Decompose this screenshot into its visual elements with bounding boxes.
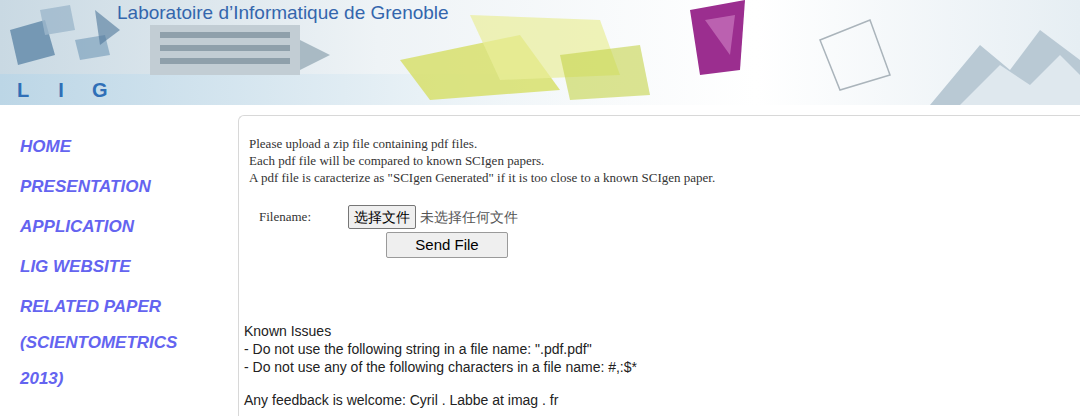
- logo-letter: L: [16, 78, 30, 102]
- instruction-line: A pdf file is caracterize as "SCIgen Gen…: [249, 169, 1080, 186]
- nav-item[interactable]: HOME: [20, 129, 238, 165]
- nav-item[interactable]: APPLICATION: [20, 209, 238, 245]
- file-status: 未选择任何文件: [420, 207, 518, 228]
- known-issue-item: - Do not use any of the following charac…: [244, 358, 1080, 376]
- body: HOME PRESENTATION APPLICATION LIG WEBSITE RE…: [0, 105, 1080, 416]
- sidebar-nav: HOME PRESENTATION APPLICATION LIG WEBSITE RE…: [0, 115, 238, 416]
- lab-title: Laboratoire d’Informatique de Grenoble: [117, 1, 449, 25]
- page: Laboratoire d’Informatique de Grenoble LI…: [0, 0, 1080, 416]
- choose-file-button[interactable]: 选择文件: [348, 205, 416, 229]
- nav-item[interactable]: LIG WEBSITE: [20, 249, 238, 285]
- instruction-line: Please upload a zip file containing pdf …: [249, 135, 1080, 152]
- upload-form: Filename:选择文件未选择任何文件 Send File: [249, 205, 1080, 258]
- logo-letter: G: [92, 78, 106, 102]
- known-issue-item: - Do not use the following string in a f…: [244, 340, 1080, 358]
- nav-item[interactable]: RELATED PAPER(SCIENTOMETRICS2013): [20, 289, 238, 397]
- send-file-button[interactable]: Send File: [386, 232, 508, 258]
- filename-label: Filename:: [259, 207, 348, 227]
- instruction-line: Each pdf file will be compared to known …: [249, 152, 1080, 169]
- logo-letter: I: [54, 78, 68, 102]
- content-panel: Please upload a zip file containing pdf …: [238, 115, 1080, 416]
- known-issues-title: Known Issues: [244, 322, 1080, 340]
- feedback-text: Any feedback is welcome: Cyril . Labbe a…: [244, 391, 1080, 409]
- header-banner: Laboratoire d’Informatique de Grenoble LI…: [0, 0, 1080, 105]
- nav-item[interactable]: PRESENTATION: [20, 169, 238, 205]
- lig-logo: LIG: [16, 78, 106, 102]
- instructions: Please upload a zip file containing pdf …: [249, 135, 1080, 186]
- known-issues: Known Issues- Do not use the following s…: [244, 322, 1080, 409]
